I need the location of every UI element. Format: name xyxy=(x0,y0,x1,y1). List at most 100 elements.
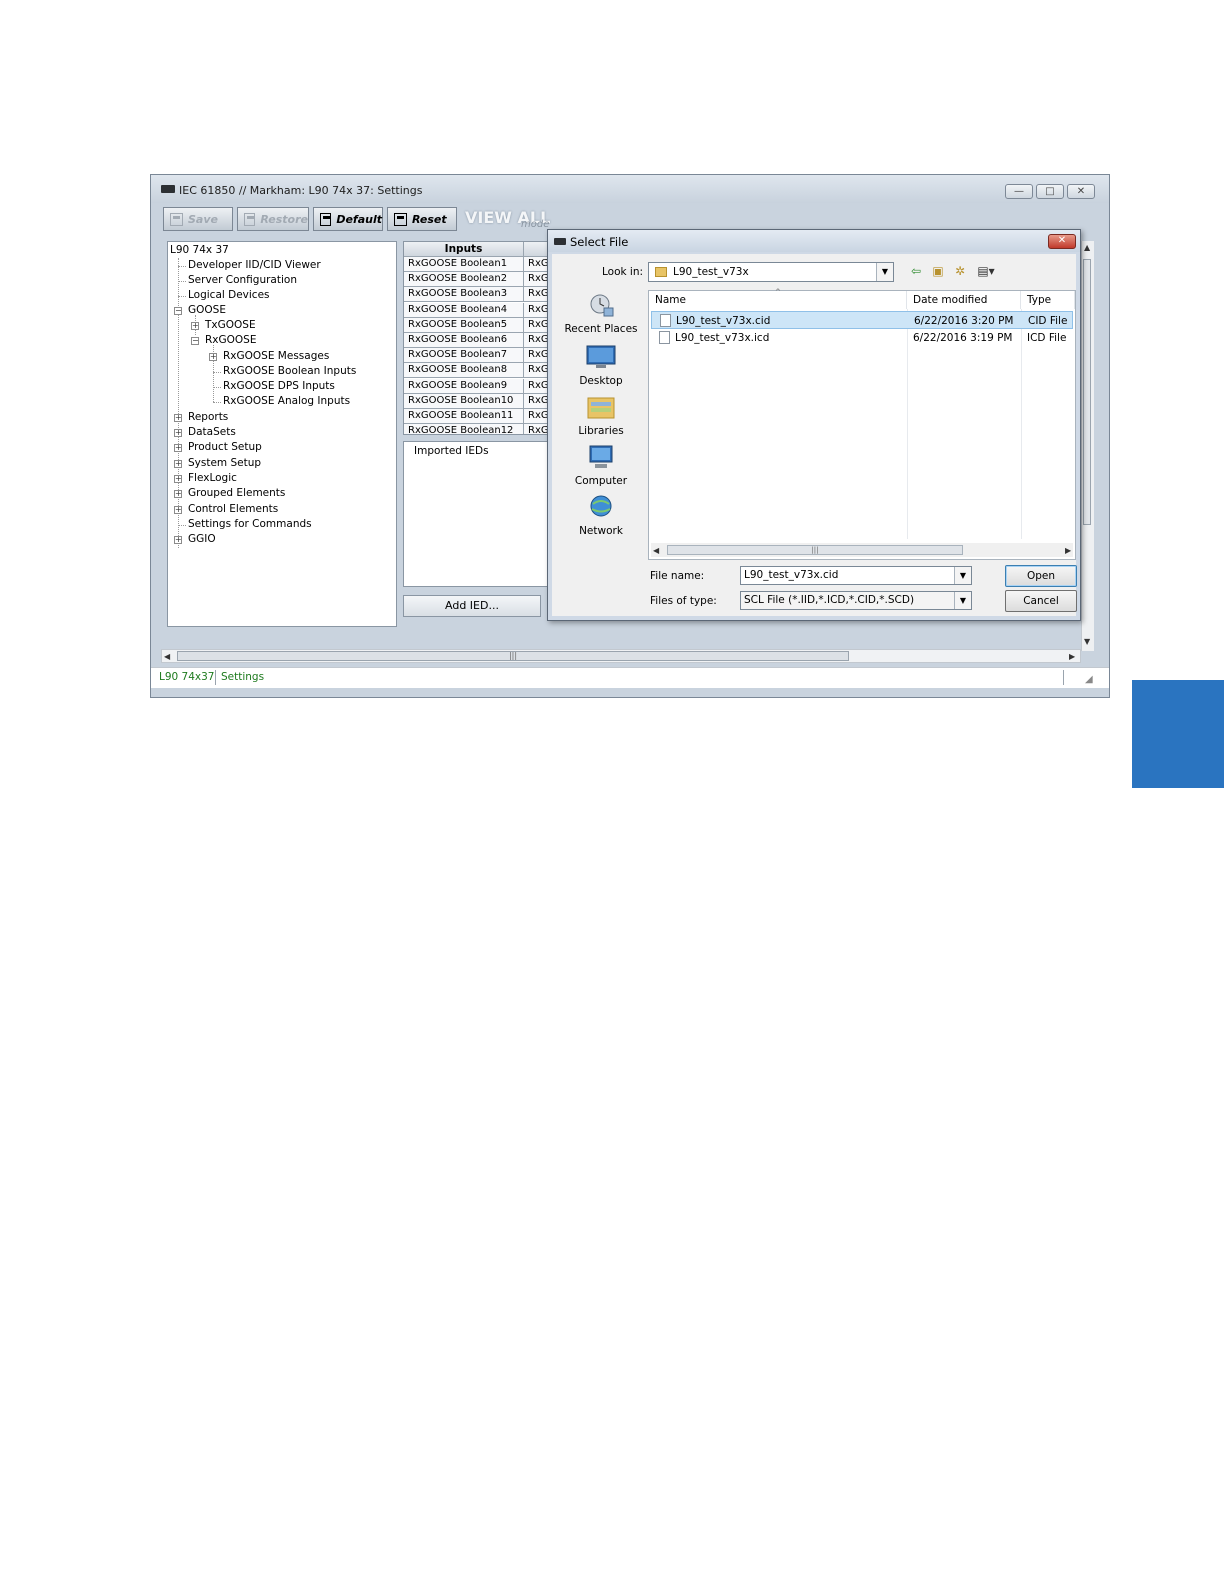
table-row[interactable]: RxGOOSE Boolean9 RxG xyxy=(404,378,550,394)
tree-item-logical-devices[interactable]: Logical Devices xyxy=(188,288,270,303)
tree-item-system-setup[interactable]: System Setup xyxy=(188,456,261,471)
expand-rxgoose-messages-icon[interactable]: + xyxy=(209,353,217,361)
network-icon xyxy=(590,495,612,517)
input-name-cell: RxGOOSE Boolean9 xyxy=(404,378,524,394)
file-type-dropdown[interactable]: SCL File (*.IID,*.ICD,*.CID,*.SCD) ▼ xyxy=(740,591,972,610)
tree-root[interactable]: L90 74x 37 xyxy=(170,243,229,258)
tree-item-product-setup[interactable]: Product Setup xyxy=(188,440,262,455)
dropdown-arrow-icon[interactable]: ▼ xyxy=(954,567,971,584)
table-row[interactable]: RxGOOSE Boolean6 RxG xyxy=(404,333,550,348)
table-row[interactable]: RxGOOSE Boolean7 RxG xyxy=(404,348,550,364)
expand-system-setup-icon[interactable]: + xyxy=(174,460,182,468)
expand-control-elements-icon[interactable]: + xyxy=(174,506,182,514)
scroll-right-arrow-icon[interactable]: ▶ xyxy=(1065,546,1071,555)
tree-item-rxgoose-analog-inputs[interactable]: RxGOOSE Analog Inputs xyxy=(223,394,350,409)
tree-item-rxgoose-messages[interactable]: RxGOOSE Messages xyxy=(223,349,329,364)
dropdown-arrow-icon[interactable]: ▼ xyxy=(954,592,971,609)
file-type: CID File xyxy=(1028,315,1068,327)
input-name-cell: RxGOOSE Boolean6 xyxy=(404,333,524,348)
place-desktop[interactable]: Desktop xyxy=(558,344,644,387)
settings-window: IEC 61850 // Markham: L90 74x 37: Settin… xyxy=(150,174,1110,698)
save-button[interactable]: Save xyxy=(163,207,233,231)
dialog-title: Select File xyxy=(570,235,629,249)
tree-item-reports[interactable]: Reports xyxy=(188,410,228,425)
place-label: Network xyxy=(579,525,623,537)
table-row[interactable]: RxGOOSE Boolean12 RxG xyxy=(404,424,550,434)
maximize-button[interactable]: □ xyxy=(1036,184,1064,199)
column-date-modified[interactable]: Date modified xyxy=(907,291,1021,309)
input-name-cell: RxGOOSE Boolean4 xyxy=(404,302,524,318)
reset-button[interactable]: Reset xyxy=(387,207,457,231)
expand-product-setup-icon[interactable]: + xyxy=(174,444,182,452)
table-row[interactable]: RxGOOSE Boolean11 RxG xyxy=(404,409,550,424)
file-row[interactable]: L90_test_v73x.icd 6/22/2016 3:19 PM ICD … xyxy=(651,329,1073,347)
dialog-app-icon xyxy=(554,238,566,245)
expand-reports-icon[interactable]: + xyxy=(174,414,182,422)
table-row[interactable]: RxGOOSE Boolean2 RxG xyxy=(404,272,550,288)
tree-item-settings-for-commands[interactable]: Settings for Commands xyxy=(188,517,312,532)
dialog-close-button[interactable]: ✕ xyxy=(1048,234,1076,249)
look-in-value: L90_test_v73x xyxy=(673,266,749,278)
up-folder-icon[interactable]: ▣ xyxy=(930,264,946,278)
tree-item-datasets[interactable]: DataSets xyxy=(188,425,236,440)
dialog-titlebar[interactable]: Select File ✕ xyxy=(548,230,1080,252)
tree-item-server-configuration[interactable]: Server Configuration xyxy=(188,273,297,288)
place-recent-places[interactable]: Recent Places xyxy=(558,292,644,335)
place-libraries[interactable]: Libraries xyxy=(558,394,644,437)
back-arrow-icon[interactable]: ⇦ xyxy=(908,264,924,278)
inputs-column-header[interactable]: Inputs xyxy=(404,242,524,257)
place-computer[interactable]: Computer xyxy=(558,444,644,487)
tree-item-goose[interactable]: GOOSE xyxy=(188,303,226,318)
file-row[interactable]: L90_test_v73x.cid 6/22/2016 3:20 PM CID … xyxy=(651,311,1073,329)
scroll-up-arrow-icon[interactable]: ▲ xyxy=(1084,243,1090,252)
collapse-goose-icon[interactable]: − xyxy=(174,307,182,315)
input-name-cell: RxGOOSE Boolean5 xyxy=(404,317,524,333)
imported-ieds-node[interactable]: Imported IEDs xyxy=(414,445,489,457)
scroll-down-arrow-icon[interactable]: ▼ xyxy=(1084,637,1090,646)
window-titlebar[interactable]: IEC 61850 // Markham: L90 74x 37: Settin… xyxy=(151,175,1109,203)
look-in-dropdown[interactable]: L90_test_v73x ▼ xyxy=(648,262,894,282)
tree-item-ggio[interactable]: GGIO xyxy=(188,532,216,547)
scroll-left-arrow-icon[interactable]: ◀ xyxy=(653,546,659,555)
expand-flexlogic-icon[interactable]: + xyxy=(174,475,182,483)
scroll-right-arrow-icon[interactable]: ▶ xyxy=(1069,652,1075,661)
open-button[interactable]: Open xyxy=(1005,565,1077,587)
table-row[interactable]: RxGOOSE Boolean8 RxG xyxy=(404,363,550,379)
expand-txgoose-icon[interactable]: + xyxy=(191,322,199,330)
tree-item-txgoose[interactable]: TxGOOSE xyxy=(205,318,256,333)
file-name-input[interactable]: L90_test_v73x.cid ▼ xyxy=(740,566,972,585)
input-name-cell: RxGOOSE Boolean3 xyxy=(404,287,524,303)
dropdown-arrow-icon[interactable]: ▼ xyxy=(876,263,893,281)
cancel-button[interactable]: Cancel xyxy=(1005,590,1077,612)
settings-tree: L90 74x 37 Developer IID/CID Viewer Serv… xyxy=(167,241,397,627)
table-row[interactable]: RxGOOSE Boolean4 RxG xyxy=(404,302,550,318)
vertical-scroll-thumb[interactable] xyxy=(1083,259,1091,525)
expand-datasets-icon[interactable]: + xyxy=(174,429,182,437)
collapse-rxgoose-icon[interactable]: − xyxy=(191,337,199,345)
expand-ggio-icon[interactable]: + xyxy=(174,536,182,544)
tree-item-grouped-elements[interactable]: Grouped Elements xyxy=(188,486,285,501)
expand-grouped-elements-icon[interactable]: + xyxy=(174,490,182,498)
tree-item-control-elements[interactable]: Control Elements xyxy=(188,502,278,517)
table-row[interactable]: RxGOOSE Boolean5 RxG xyxy=(404,317,550,333)
close-button[interactable]: ✕ xyxy=(1067,184,1095,199)
view-menu-icon[interactable]: ▤▾ xyxy=(974,264,998,278)
table-row[interactable]: RxGOOSE Boolean3 RxG xyxy=(404,287,550,303)
add-ied-button[interactable]: Add IED... xyxy=(403,595,541,617)
resize-grip-icon[interactable]: ◢ xyxy=(1085,674,1093,685)
default-button[interactable]: Default xyxy=(313,207,383,231)
table-row[interactable]: RxGOOSE Boolean10 RxG xyxy=(404,393,550,409)
place-network[interactable]: Network xyxy=(558,494,644,537)
minimize-button[interactable]: — xyxy=(1005,184,1033,199)
file-list-scroll-thumb[interactable]: ||| xyxy=(667,545,963,555)
tree-item-iid-cid-viewer[interactable]: Developer IID/CID Viewer xyxy=(188,258,321,273)
horizontal-scroll-thumb[interactable]: ||| xyxy=(177,651,849,661)
new-folder-icon[interactable]: ✲ xyxy=(952,264,968,278)
tree-item-flexlogic[interactable]: FlexLogic xyxy=(188,471,237,486)
tree-item-rxgoose-boolean-inputs[interactable]: RxGOOSE Boolean Inputs xyxy=(223,364,356,379)
table-row[interactable]: RxGOOSE Boolean1 RxG xyxy=(404,257,550,272)
scroll-left-arrow-icon[interactable]: ◀ xyxy=(164,652,170,661)
tree-item-rxgoose-dps-inputs[interactable]: RxGOOSE DPS Inputs xyxy=(223,379,335,394)
restore-button[interactable]: Restore xyxy=(237,207,309,231)
column-type[interactable]: Type xyxy=(1021,291,1075,309)
